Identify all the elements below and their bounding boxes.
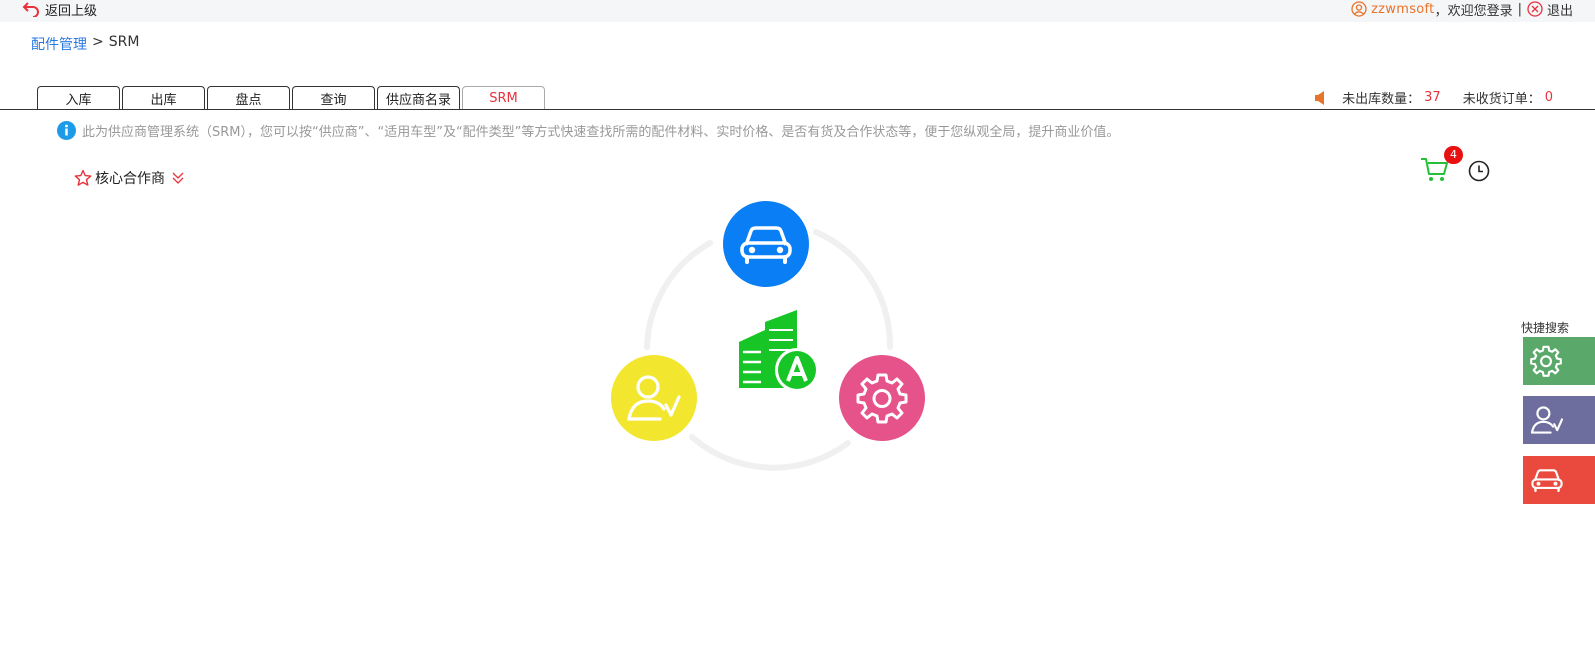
quick-search-part-type[interactable] xyxy=(1523,337,1595,385)
history-button[interactable] xyxy=(1468,160,1490,182)
breadcrumb-current: SRM xyxy=(108,34,140,50)
user-area: zzwmsoft ，欢迎您登录 | 退出 xyxy=(1351,0,1573,19)
gear-icon xyxy=(1530,345,1562,377)
order-stats: 未出库数量： 37 未收货订单： 0 xyxy=(1314,88,1553,107)
vehicle-search-button[interactable] xyxy=(723,201,809,287)
info-icon xyxy=(57,121,76,140)
quick-search-supplier[interactable] xyxy=(1523,396,1595,444)
tab-query[interactable]: 查询 xyxy=(292,86,375,109)
clock-icon xyxy=(1468,160,1490,182)
srm-diagram xyxy=(600,195,940,485)
star-icon xyxy=(74,169,92,186)
quick-search-label: 快捷搜索 xyxy=(1521,321,1570,335)
chevron-double-down-icon xyxy=(172,172,184,184)
username[interactable]: zzwmsoft xyxy=(1371,2,1435,17)
top-bar: 返回上级 zzwmsoft ，欢迎您登录 | 退出 xyxy=(0,0,1595,22)
logout-button[interactable]: 退出 xyxy=(1527,0,1573,19)
gear-icon xyxy=(856,373,908,424)
unreceived-label: 未收货订单： xyxy=(1462,92,1541,107)
core-partner-filter[interactable]: 核心合作商 xyxy=(74,168,185,188)
supplier-search-button[interactable] xyxy=(611,355,697,441)
info-notice: 此为供应商管理系统（SRM），您可以按“供应商”、“适用车型”及“配件类型”等方… xyxy=(57,121,1119,140)
back-label: 返回上级 xyxy=(45,3,98,19)
building-icon xyxy=(739,310,819,392)
tab-inbound[interactable]: 入库 xyxy=(37,86,120,109)
user-check-icon xyxy=(627,375,681,421)
back-button[interactable]: 返回上级 xyxy=(22,0,98,19)
user-check-icon xyxy=(1530,406,1564,434)
back-arrow-icon xyxy=(22,2,39,17)
tab-underline xyxy=(0,109,1595,110)
quick-search-vehicle[interactable] xyxy=(1523,456,1595,504)
breadcrumb: 配件管理 > SRM xyxy=(31,34,139,54)
close-circle-icon xyxy=(1527,1,1543,17)
tab-srm[interactable]: SRM xyxy=(462,86,545,110)
unreceived-value[interactable]: 0 xyxy=(1545,90,1553,105)
core-partner-label: 核心合作商 xyxy=(95,171,165,187)
car-icon xyxy=(1531,469,1563,493)
car-icon xyxy=(740,226,792,264)
notice-text: 此为供应商管理系统（SRM），您可以按“供应商”、“适用车型”及“配件类型”等方… xyxy=(82,125,1120,140)
part-type-search-button[interactable] xyxy=(839,355,925,441)
tab-supplier-list[interactable]: 供应商名录 xyxy=(377,86,460,109)
tab-bar: 入库 出库 盘点 查询 供应商名录 SRM xyxy=(37,86,545,110)
tab-outbound[interactable]: 出库 xyxy=(122,86,205,109)
speaker-icon xyxy=(1315,90,1325,105)
cart-button[interactable]: 4 xyxy=(1420,146,1463,188)
separator: | xyxy=(1517,1,1522,17)
breadcrumb-parent[interactable]: 配件管理 xyxy=(31,34,87,54)
breadcrumb-divider: > xyxy=(92,34,104,50)
welcome-text: ，欢迎您登录 xyxy=(1434,3,1513,19)
unshipped-value[interactable]: 37 xyxy=(1424,90,1441,105)
tab-inventory[interactable]: 盘点 xyxy=(207,86,290,109)
cart-badge: 4 xyxy=(1444,146,1463,164)
unshipped-label: 未出库数量： xyxy=(1342,92,1421,107)
logout-label: 退出 xyxy=(1546,3,1573,19)
user-icon xyxy=(1351,1,1367,17)
